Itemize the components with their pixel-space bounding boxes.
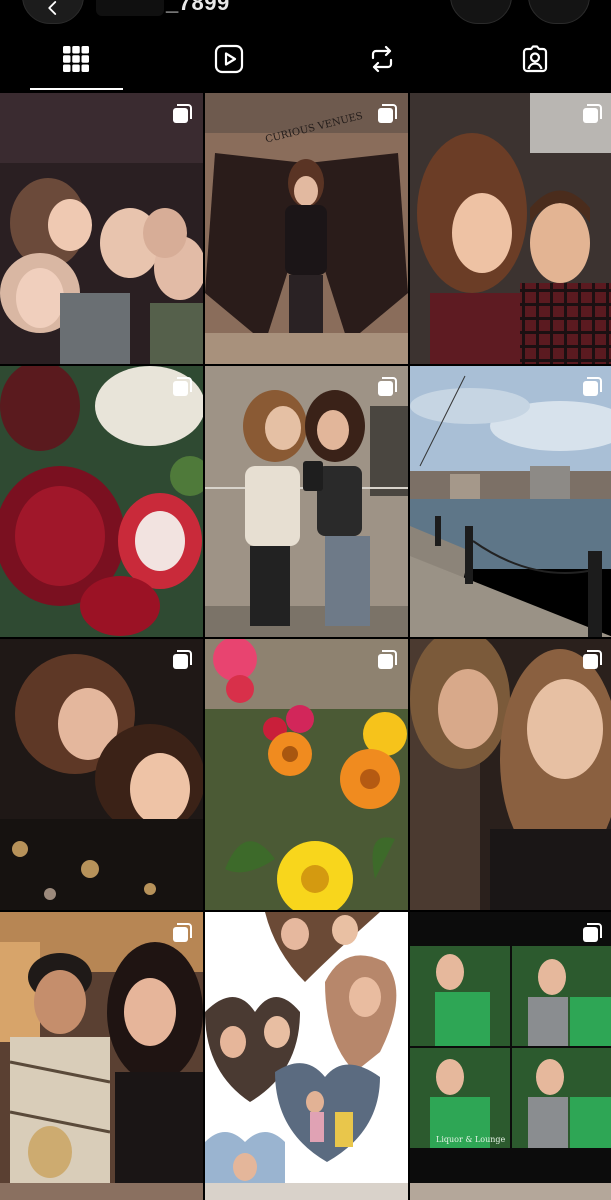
grid-icon [63, 46, 90, 72]
carousel-icon [171, 922, 193, 944]
back-button[interactable] [22, 0, 84, 24]
post-tile[interactable] [0, 366, 203, 637]
post-tile[interactable] [410, 639, 611, 910]
post-tile[interactable] [205, 366, 408, 637]
post-thumbnail [205, 639, 408, 910]
post-thumbnail [205, 912, 408, 1183]
post-tile[interactable] [0, 912, 203, 1183]
post-thumbnail [410, 366, 611, 637]
carousel-icon [376, 376, 398, 398]
profile-username: _7899 [96, 0, 230, 17]
arrow-left-icon [48, 1, 57, 15]
carousel-icon [171, 103, 193, 125]
carousel-icon [581, 649, 603, 671]
post-tile[interactable] [410, 1183, 611, 1200]
post-thumbnail [0, 93, 203, 364]
post-thumbnail [410, 93, 611, 364]
more-options-button[interactable] [528, 0, 590, 24]
tab-reels[interactable] [153, 26, 306, 92]
post-thumbnail [0, 366, 203, 637]
reels-icon [215, 44, 244, 74]
post-tile[interactable] [410, 366, 611, 637]
post-tile[interactable] [205, 639, 408, 910]
post-tile[interactable] [205, 912, 408, 1183]
post-tile[interactable] [0, 639, 203, 910]
next-row-preview [0, 1183, 611, 1200]
post-tile[interactable]: Liquor & Lounge [410, 912, 611, 1183]
notifications-button[interactable] [450, 0, 512, 24]
profile-tabs [0, 26, 611, 92]
post-thumbnail [410, 639, 611, 910]
profile-header: _7899 [0, 0, 611, 24]
post-tile[interactable] [205, 1183, 408, 1200]
post-thumbnail [0, 912, 203, 1183]
carousel-icon [581, 922, 603, 944]
post-thumbnail: Liquor & Lounge [410, 912, 611, 1183]
carousel-icon [376, 103, 398, 125]
post-tile[interactable] [0, 1183, 203, 1200]
post-thumbnail [205, 366, 408, 637]
redacted-block [96, 0, 164, 17]
carousel-icon [171, 649, 193, 671]
tab-tagged[interactable] [458, 26, 611, 92]
post-tile[interactable] [0, 93, 203, 364]
carousel-icon [171, 376, 193, 398]
posts-grid: CURIOUS VENUES Liquor & Lounge [0, 93, 611, 1183]
tagged-icon [522, 45, 547, 73]
tab-reposts[interactable] [306, 26, 459, 92]
tab-grid[interactable] [0, 26, 153, 92]
post-tile[interactable] [410, 93, 611, 364]
post-thumbnail: CURIOUS VENUES [205, 93, 408, 364]
carousel-icon [376, 649, 398, 671]
repost-icon [371, 45, 392, 73]
post-tile[interactable]: CURIOUS VENUES [205, 93, 408, 364]
booth-text: Liquor & Lounge [436, 1135, 506, 1144]
carousel-icon [581, 103, 603, 125]
post-thumbnail [0, 639, 203, 910]
carousel-icon [581, 376, 603, 398]
reel-icon [376, 922, 398, 944]
